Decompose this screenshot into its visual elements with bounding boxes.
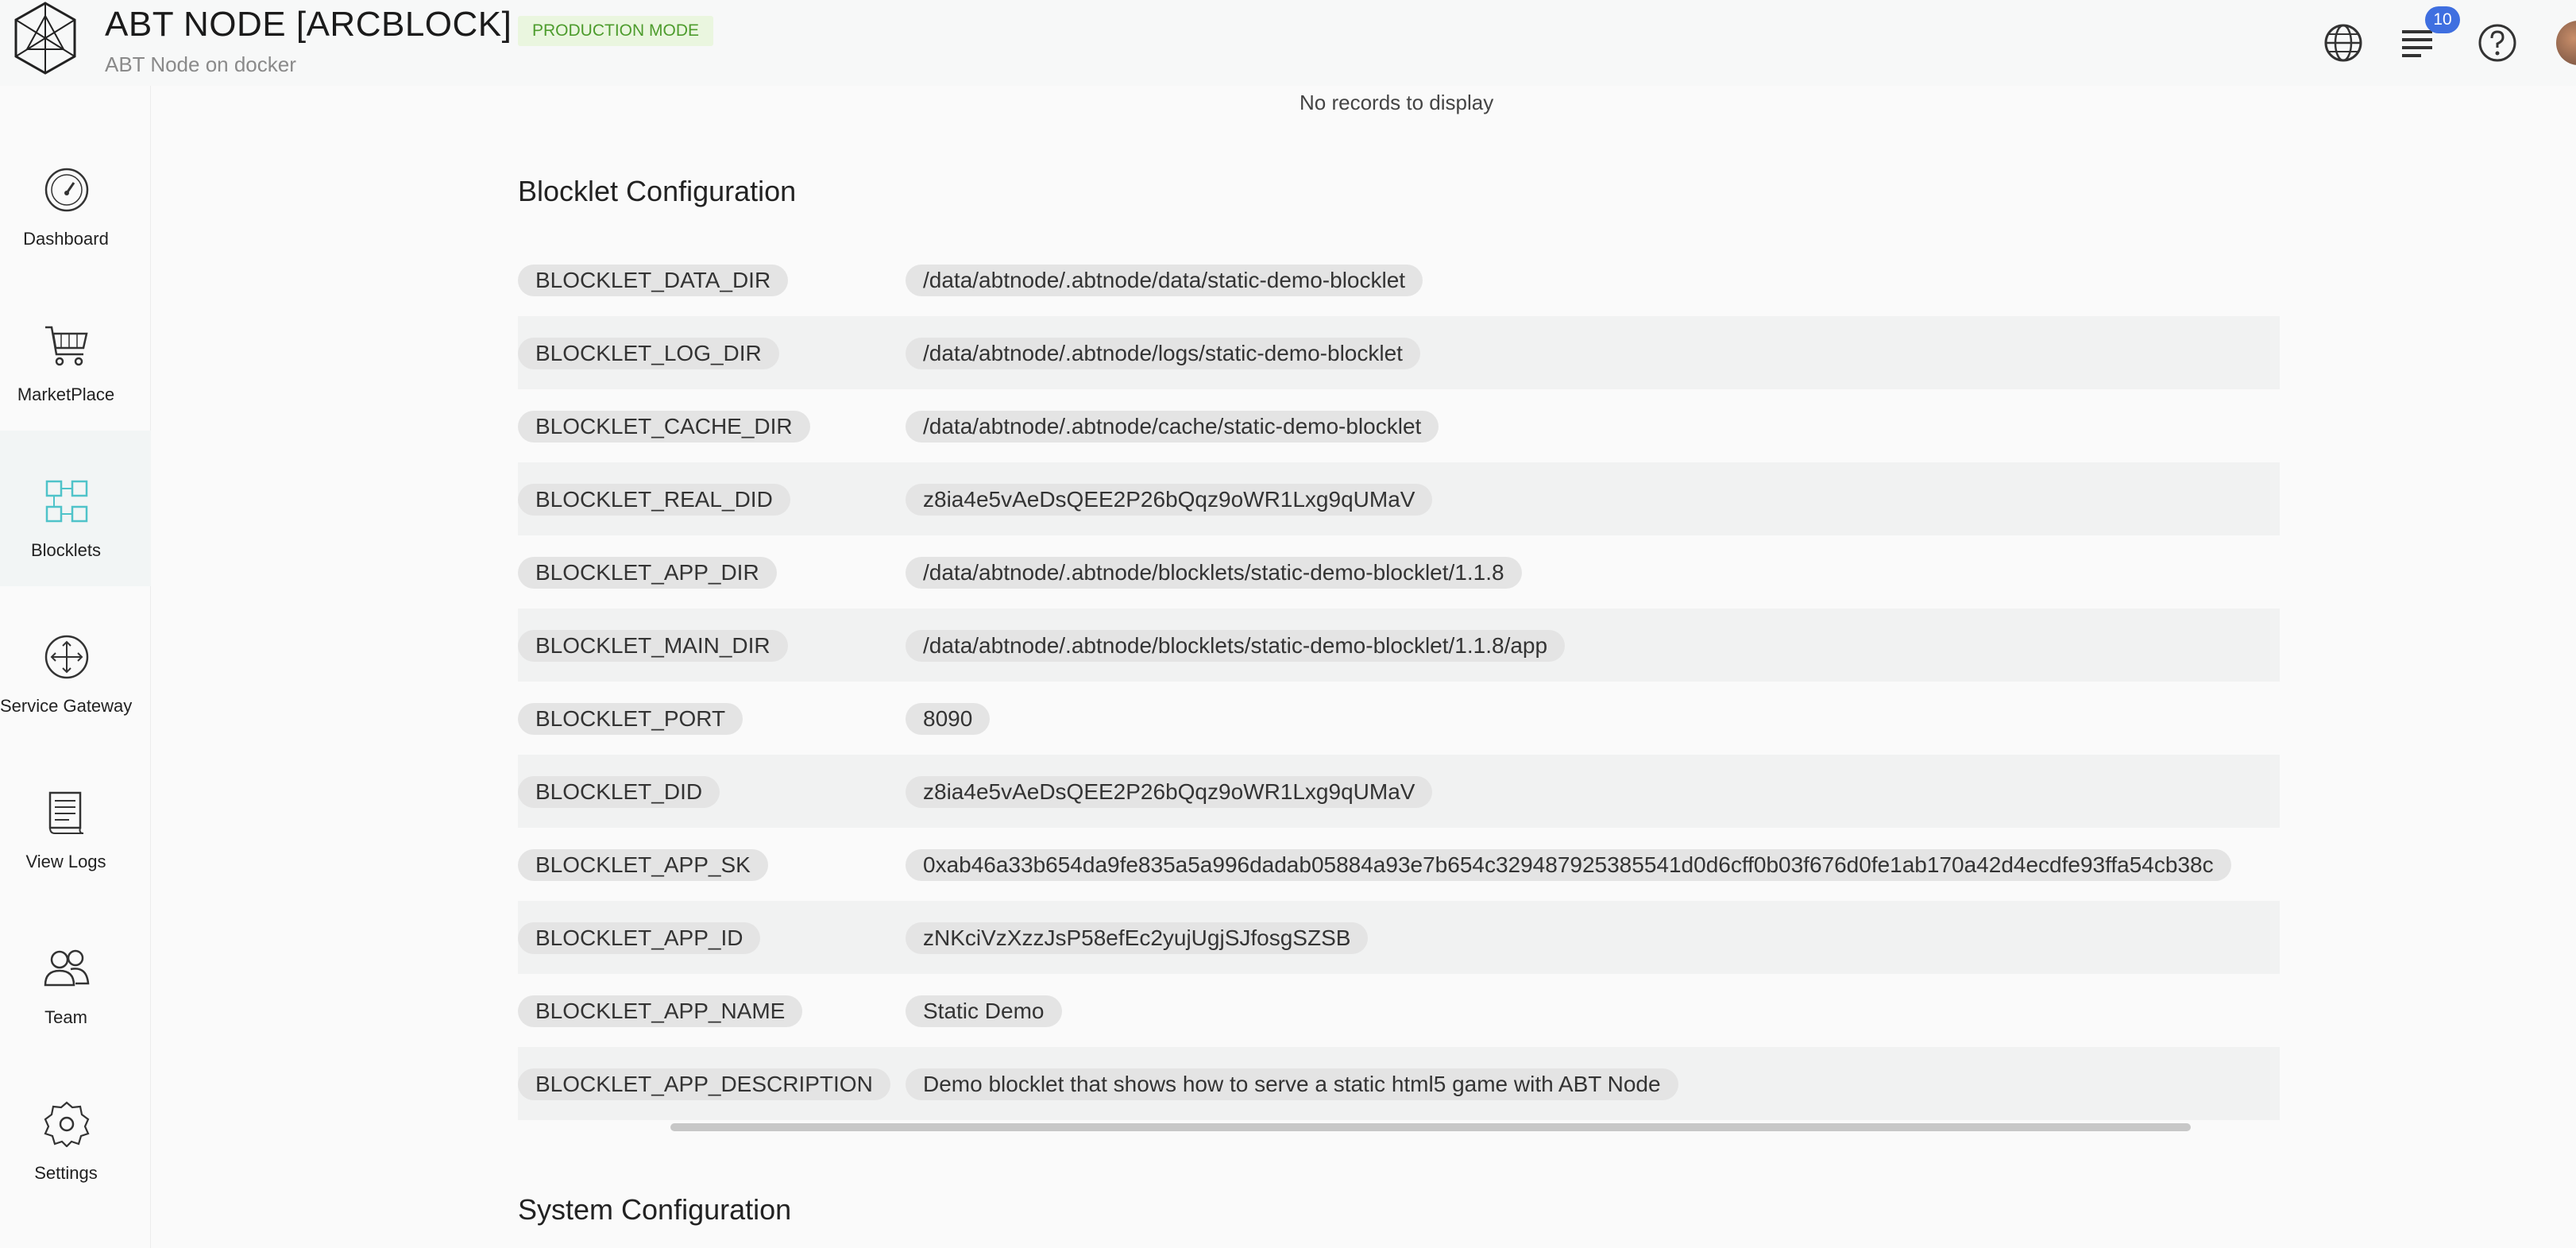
blocklet-config-table: BLOCKLET_DATA_DIR /data/abtnode/.abtnode… (518, 243, 2280, 1206)
sidebar-item-marketplace[interactable]: MarketPlace (0, 275, 151, 431)
no-records-text: No records to display (1300, 91, 1494, 114)
config-value-chip: z8ia4e5vAeDsQEE2P26bQqz9oWR1Lxg9qUMaV (906, 484, 1433, 516)
config-key-chip: BLOCKLET_DID (518, 776, 720, 808)
table-row: BLOCKLET_MAIN_DIR /data/abtnode/.abtnode… (518, 609, 2280, 682)
config-key-chip: BLOCKLET_REAL_DID (518, 484, 790, 516)
table-row: BLOCKLET_CACHE_DIR /data/abtnode/.abtnod… (518, 389, 2280, 462)
sidebar-item-label: Team (44, 1007, 87, 1027)
sidebar-item-settings[interactable]: Settings (0, 1053, 151, 1209)
main-content: No records to display Blocklet Configura… (151, 86, 2576, 1248)
config-key-chip: BLOCKLET_APP_DIR (518, 557, 777, 589)
table-row: BLOCKLET_APP_DIR /data/abtnode/.abtnode/… (518, 535, 2280, 609)
avatar[interactable] (2556, 21, 2576, 65)
app-subtitle: ABT Node on docker (105, 52, 296, 76)
table-row: BLOCKLET_APP_DESCRIPTION Demo blocklet t… (518, 1047, 2280, 1120)
sidebar-item-view-logs[interactable]: View Logs (0, 742, 151, 898)
table-row: BLOCKLET_DATA_DIR /data/abtnode/.abtnode… (518, 243, 2280, 316)
sidebar-item-blocklets[interactable]: Blocklets (0, 431, 151, 586)
sidebar-item-label: View Logs (25, 852, 106, 871)
table-row: BLOCKLET_APP_ID zNKciVzXzzJsP58efEc2yujU… (518, 901, 2280, 974)
config-value-chip: 8090 (906, 703, 991, 735)
logs-icon (48, 791, 84, 834)
config-value-chip: /data/abtnode/.abtnode/blocklets/static-… (906, 557, 1522, 589)
config-key-chip: BLOCKLET_APP_ID (518, 922, 761, 954)
sidebar-item-dashboard[interactable]: Dashboard (0, 119, 151, 275)
config-value-chip: /data/abtnode/.abtnode/blocklets/static-… (906, 630, 1566, 662)
help-icon[interactable] (2477, 22, 2518, 64)
config-key-chip: BLOCKLET_APP_NAME (518, 995, 803, 1027)
config-value-chip: /data/abtnode/.abtnode/logs/static-demo-… (906, 338, 1420, 369)
notification-count-badge: 10 (2425, 6, 2460, 33)
team-icon (44, 949, 90, 987)
dashboard-icon (44, 168, 89, 212)
cart-icon (45, 326, 88, 366)
gateway-icon (44, 635, 89, 679)
gear-icon (44, 1101, 90, 1147)
sidebar-item-label: Dashboard (23, 229, 109, 249)
table-row: BLOCKLET_PORT 8090 (518, 682, 2280, 755)
sidebar-item-label: Blocklets (30, 540, 102, 560)
sidebar-item-label: MarketPlace (17, 384, 115, 404)
config-key-chip: BLOCKLET_LOG_DIR (518, 338, 779, 369)
config-key-chip: BLOCKLET_DATA_DIR (518, 265, 789, 296)
logo-icon[interactable] (11, 0, 79, 76)
globe-icon[interactable] (2323, 22, 2364, 64)
config-value-chip: zNKciVzXzzJsP58efEc2yujUgjSJfosgSZSB (906, 922, 1369, 954)
sidebar-item-service-gateway[interactable]: Service Gateway (0, 586, 151, 742)
config-value-chip: /data/abtnode/.abtnode/data/static-demo-… (906, 265, 1423, 296)
system-configuration-title: System Configuration (518, 1193, 792, 1226)
app-title: ABT NODE [ARCBLOCK] (105, 5, 512, 44)
table-row: BLOCKLET_APP_SK 0xab46a33b654da9fe835a5a… (518, 828, 2280, 901)
config-value-chip: /data/abtnode/.abtnode/cache/static-demo… (906, 411, 1439, 442)
table-row: BLOCKLET_APP_NAME Static Demo (518, 974, 2280, 1047)
app-header: ABT NODE [ARCBLOCK] PRODUCTION MODE ABT … (0, 0, 2576, 86)
config-key-chip: BLOCKLET_CACHE_DIR (518, 411, 810, 442)
sidebar-item-label: Settings (34, 1163, 98, 1183)
production-mode-badge: PRODUCTION MODE (518, 16, 713, 46)
sidebar: Dashboard MarketPlace Blocklets Service … (0, 86, 151, 1248)
config-value-chip: 0xab46a33b654da9fe835a5a996dadab05884a93… (906, 849, 2231, 881)
config-key-chip: BLOCKLET_PORT (518, 703, 743, 735)
config-value-chip: Demo blocklet that shows how to serve a … (906, 1068, 1678, 1100)
horizontal-scrollbar[interactable] (670, 1123, 2191, 1131)
config-key-chip: BLOCKLET_APP_DESCRIPTION (518, 1068, 890, 1100)
config-value-chip: z8ia4e5vAeDsQEE2P26bQqz9oWR1Lxg9qUMaV (906, 776, 1433, 808)
config-key-chip: BLOCKLET_MAIN_DIR (518, 630, 788, 662)
sidebar-item-team[interactable]: Team (0, 898, 151, 1053)
table-row: BLOCKLET_REAL_DID z8ia4e5vAeDsQEE2P26bQq… (518, 462, 2280, 535)
sidebar-item-label: Service Gateway (0, 696, 133, 716)
config-key-chip: BLOCKLET_APP_SK (518, 849, 768, 881)
blocklets-icon (45, 480, 88, 523)
table-row: BLOCKLET_DID z8ia4e5vAeDsQEE2P26bQqz9oWR… (518, 755, 2280, 828)
config-value-chip: Static Demo (906, 995, 1062, 1027)
blocklet-configuration-title: Blocklet Configuration (518, 175, 797, 207)
table-row: BLOCKLET_LOG_DIR /data/abtnode/.abtnode/… (518, 316, 2280, 389)
